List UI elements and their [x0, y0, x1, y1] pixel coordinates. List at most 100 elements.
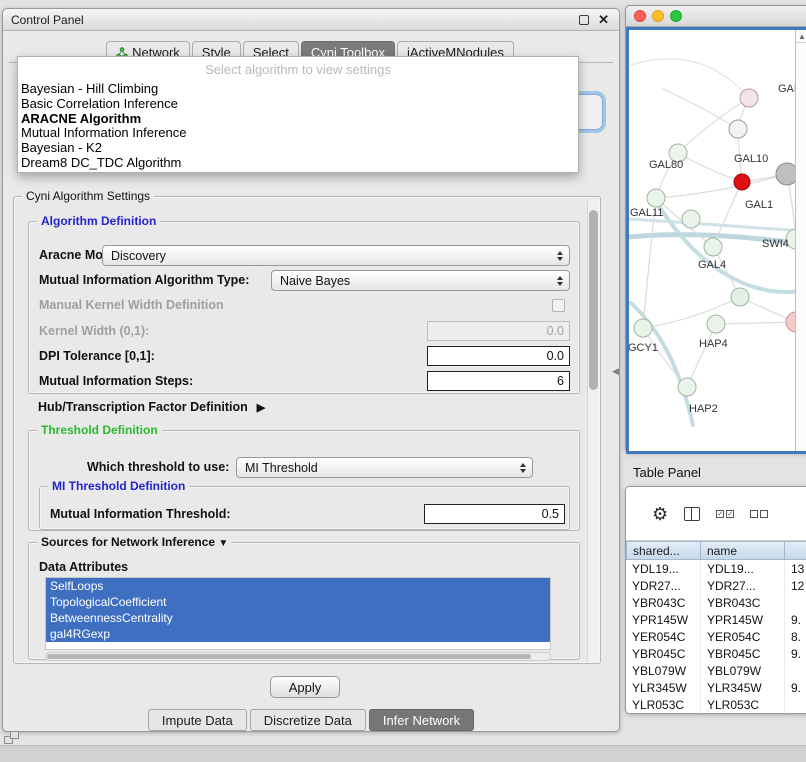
network-node[interactable] — [678, 378, 696, 396]
show-columns-icon[interactable] — [684, 507, 700, 521]
network-edge[interactable] — [663, 89, 738, 129]
splitter-collapse-arrow-icon[interactable]: ◀ — [612, 366, 619, 377]
minimize-traffic-light-icon[interactable] — [652, 10, 664, 22]
attribute-item-selfloops[interactable]: SelfLoops — [46, 578, 550, 594]
algorithm-option-bayesian-k2[interactable]: Bayesian - K2 — [18, 141, 578, 156]
algorithm-option-bayesian-hill-climbing[interactable]: Bayesian - Hill Climbing — [18, 82, 578, 97]
network-edge[interactable] — [678, 153, 742, 182]
table-panel-title: Table Panel — [633, 465, 701, 480]
table-row[interactable]: YBR045CYBR045C9. — [626, 645, 806, 662]
network-node[interactable] — [776, 163, 795, 185]
scroll-up-arrow-icon[interactable]: ▲ — [796, 30, 806, 43]
gear-icon[interactable]: ⚙ — [652, 505, 668, 523]
table-row[interactable]: YLR053CYLR053C — [626, 696, 806, 713]
close-traffic-light-icon[interactable] — [634, 10, 646, 22]
field-value: 0.0 — [547, 324, 564, 338]
network-canvas[interactable]: GALGAL80GAL10GAL11GAL1SWI4GAL4GCY1HAP4HA… — [626, 27, 806, 454]
attributes-horizontal-scrollbar[interactable] — [45, 652, 551, 661]
apply-button[interactable]: Apply — [270, 676, 340, 698]
network-window-titlebar[interactable] — [626, 6, 806, 27]
table-cell: YDL19... — [701, 560, 785, 577]
network-edge[interactable] — [687, 324, 716, 387]
network-node[interactable] — [704, 238, 722, 256]
network-edge[interactable] — [631, 59, 749, 98]
node-label-gal1: GAL1 — [745, 199, 773, 211]
network-node[interactable] — [786, 312, 795, 332]
network-node[interactable] — [731, 288, 749, 306]
node-label-gal4: GAL4 — [698, 259, 726, 271]
scrollbar-thumb[interactable] — [47, 654, 531, 659]
float-window-icon[interactable] — [579, 15, 589, 25]
control-panel-titlebar[interactable]: Control Panel ✕ — [3, 9, 619, 31]
combobox-value: Discovery — [111, 249, 557, 263]
mi-algorithm-type-label: Mutual Information Algorithm Type: — [39, 273, 249, 287]
table-cell: YER054C — [626, 628, 701, 645]
column-header-shared[interactable]: shared... — [626, 541, 701, 560]
bottom-tab-impute-data[interactable]: Impute Data — [148, 709, 247, 731]
table-cell: 9. — [785, 679, 806, 696]
select-all-columns-icon[interactable]: ✓✓ — [716, 510, 734, 518]
table-toolbar: ⚙ ✓✓ — [626, 487, 806, 541]
table-cell: 12 — [785, 577, 806, 594]
control-panel-window: Control Panel ✕ NetworkStyleSelectCyni T… — [2, 8, 620, 732]
network-node[interactable] — [682, 210, 700, 228]
attribute-item-gal4rgexp[interactable]: gal4RGexp — [46, 626, 550, 642]
expanded-triangle-icon[interactable]: ▼ — [218, 538, 228, 549]
algorithm-option-basic-correlation-inference[interactable]: Basic Correlation Inference — [18, 97, 578, 112]
mi-algorithm-type-combobox[interactable]: Naive Bayes — [271, 270, 570, 291]
table-row[interactable]: YLR345WYLR345W9. — [626, 679, 806, 696]
table-cell: YPR145W — [701, 611, 785, 628]
kernel-width-field[interactable]: 0.0 — [427, 321, 570, 341]
network-node[interactable] — [740, 89, 758, 107]
attribute-item-betweennesscentrality[interactable]: BetweennessCentrality — [46, 610, 550, 626]
cyni-algorithm-settings-group: Cyni Algorithm Settings Algorithm Defini… — [13, 196, 601, 664]
column-header-extra[interactable] — [785, 541, 806, 560]
which-threshold-combobox[interactable]: MI Threshold — [236, 457, 533, 478]
node-label-gal10: GAL10 — [734, 153, 768, 165]
sources-for-network-inference-group: Sources for Network Inference ▼ Data Att… — [28, 542, 580, 660]
mi-threshold-definition-title: MI Threshold Definition — [48, 479, 189, 493]
table-row[interactable]: YDR27...YDR27...12 — [626, 577, 806, 594]
table-body: YDL19...YDL19...13YDR27...YDR27...12YBR0… — [626, 560, 806, 713]
algorithm-option-mutual-information-inference[interactable]: Mutual Information Inference — [18, 126, 578, 141]
restore-panels-icon[interactable] — [4, 731, 22, 746]
status-strip — [0, 745, 806, 762]
network-node[interactable] — [729, 120, 747, 138]
table-row[interactable]: YER054CYER054C8. — [626, 628, 806, 645]
table-cell: YBL079W — [626, 662, 701, 679]
table-cell: YER054C — [701, 628, 785, 645]
network-edge[interactable] — [716, 322, 795, 324]
mi-steps-field[interactable]: 6 — [427, 371, 570, 391]
algorithm-option-dream8-dc-tdc-algorithm[interactable]: Dream8 DC_TDC Algorithm — [18, 156, 578, 171]
manual-kernel-width-checkbox[interactable] — [552, 299, 565, 312]
bottom-tab-discretize-data[interactable]: Discretize Data — [250, 709, 366, 731]
settings-vertical-scrollbar[interactable] — [587, 200, 599, 662]
table-row[interactable]: YBL079WYBL079W — [626, 662, 806, 679]
close-window-icon[interactable]: ✕ — [598, 12, 609, 28]
network-node[interactable] — [707, 315, 725, 333]
zoom-traffic-light-icon[interactable] — [670, 10, 682, 22]
aracne-mode-combobox[interactable]: Discovery — [102, 245, 570, 266]
network-vertical-scrollbar[interactable]: ▲ — [795, 30, 806, 451]
table-row[interactable]: YPR145WYPR145W9. — [626, 611, 806, 628]
dropdown-item-list: Bayesian - Hill ClimbingBasic Correlatio… — [18, 82, 578, 171]
network-node[interactable] — [734, 174, 750, 190]
network-node[interactable] — [634, 319, 652, 337]
combobox-value: MI Threshold — [245, 461, 520, 475]
deselect-all-columns-icon[interactable] — [750, 510, 768, 518]
column-header-name[interactable]: name — [701, 541, 785, 560]
table-cell — [785, 594, 806, 611]
hub-transcription-factor-expander[interactable]: Hub/Transcription Factor Definition▶ — [38, 400, 265, 414]
table-cell: YDL19... — [626, 560, 701, 577]
bottom-tab-infer-network[interactable]: Infer Network — [369, 709, 474, 731]
mi-threshold-field[interactable]: 0.5 — [424, 504, 565, 524]
table-cell: YBL079W — [701, 662, 785, 679]
network-node[interactable] — [647, 189, 665, 207]
dpi-tolerance-field[interactable]: 0.0 — [427, 346, 570, 366]
scrollbar-thumb[interactable] — [589, 210, 598, 390]
algorithm-option-aracne-algorithm[interactable]: ARACNE Algorithm — [18, 112, 578, 127]
table-row[interactable]: YBR043CYBR043C — [626, 594, 806, 611]
table-row[interactable]: YDL19...YDL19...13 — [626, 560, 806, 577]
collapsed-triangle-icon: ▶ — [257, 402, 265, 414]
attribute-item-topologicalcoefficient[interactable]: TopologicalCoefficient — [46, 594, 550, 610]
